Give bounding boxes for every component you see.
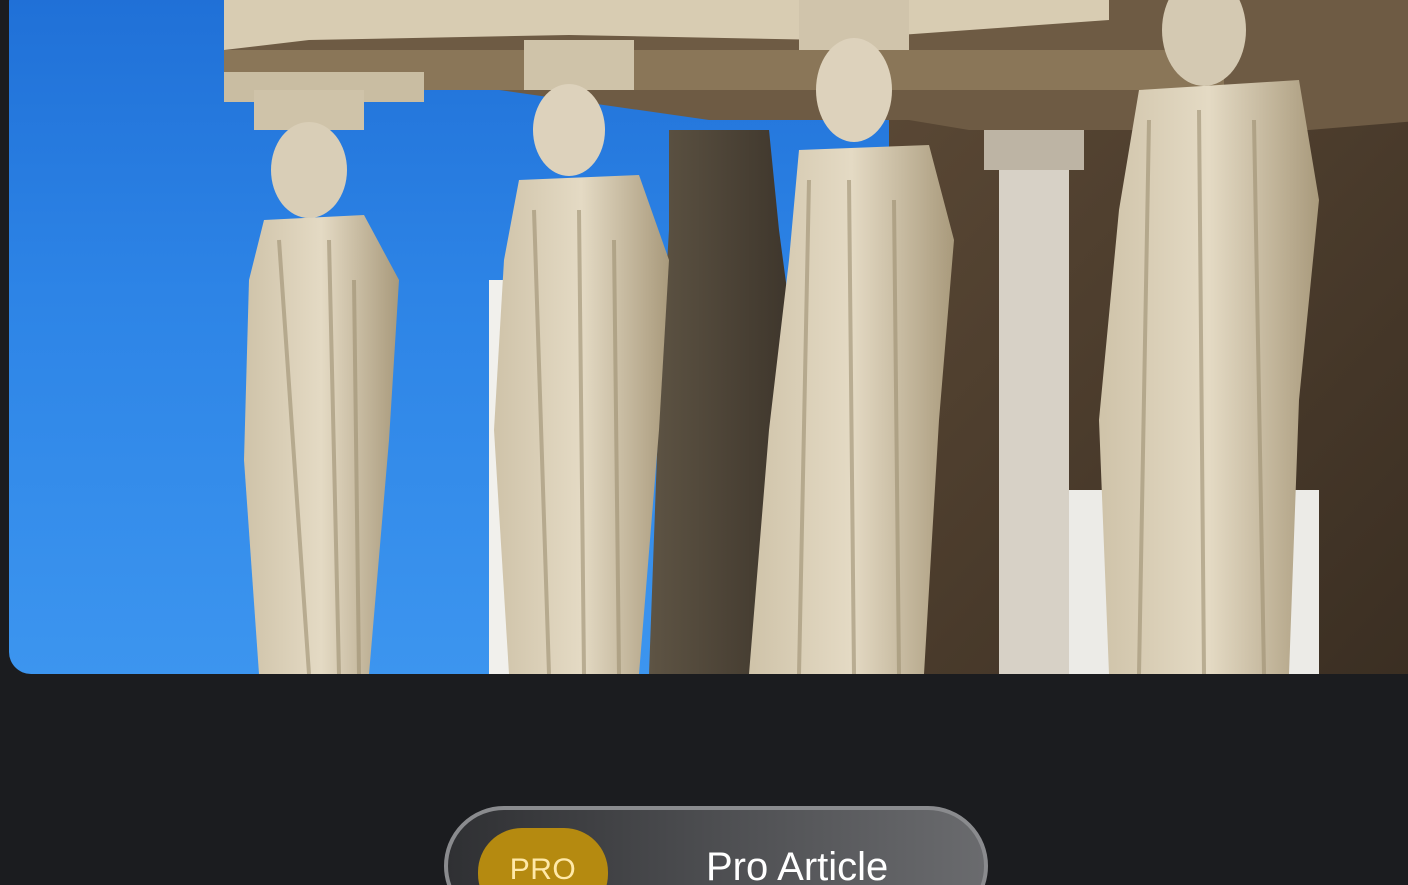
hero-image[interactable] bbox=[9, 0, 1408, 674]
page: PRO Pro Article bbox=[0, 0, 1408, 885]
pro-badge: PRO bbox=[478, 828, 608, 885]
pro-article-label: Pro Article bbox=[706, 845, 889, 885]
caryatids-photo-icon bbox=[224, 0, 1408, 674]
pro-article-pill[interactable]: PRO Pro Article bbox=[444, 806, 988, 885]
